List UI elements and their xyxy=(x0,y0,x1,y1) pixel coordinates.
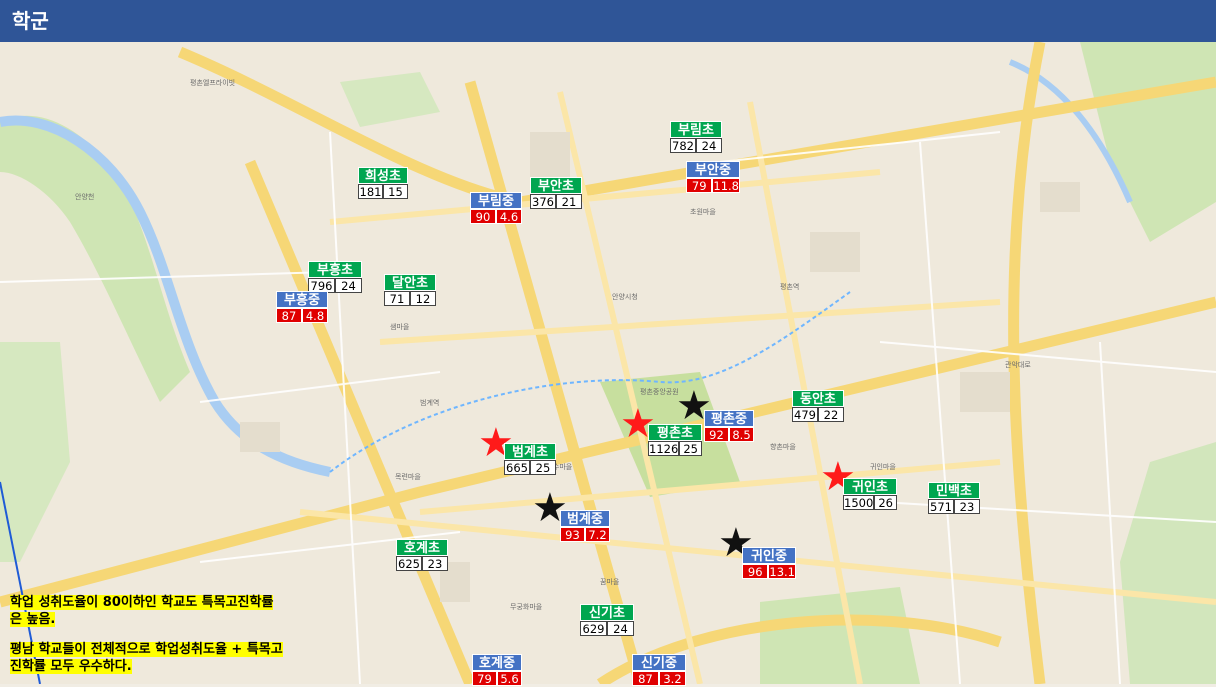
school-label-burim-elementary[interactable]: 부림초 782 24 xyxy=(670,121,722,153)
school-value: 629 xyxy=(580,621,607,636)
school-label-pyeongchon-elementary[interactable]: 평촌초 1126 25 xyxy=(648,424,702,456)
school-value: 625 xyxy=(396,556,422,571)
school-value: 24 xyxy=(607,621,634,636)
school-value: 71 xyxy=(384,291,410,306)
map-label: 초원마을 xyxy=(690,208,716,216)
school-label-hogye-middle[interactable]: 호계중 79 5.6 xyxy=(472,654,522,686)
school-value: 181 xyxy=(358,184,383,199)
school-value: 87 xyxy=(276,308,302,323)
map-label: 샘마을 xyxy=(390,323,410,331)
school-name: 신기초 xyxy=(580,604,634,621)
page-title: 학군 xyxy=(12,9,49,33)
note-summary: 평남 학교들이 전체적으로 학업성취도율 + 특목고 진학률 모두 우수하다. xyxy=(10,641,283,675)
school-value: 376 xyxy=(530,194,556,209)
note-line: 은 높음. xyxy=(10,612,56,627)
school-name: 범계초 xyxy=(504,443,556,460)
map-area[interactable]: 평촌엘프라이빗 안양시청 평촌중앙공원 범계역 평촌역 관악대로 귀인마을 목련… xyxy=(0,42,1216,684)
school-label-beomgye-elementary[interactable]: 범계초 665 25 xyxy=(504,443,556,475)
school-value: 22 xyxy=(818,407,844,422)
school-name: 부흥초 xyxy=(308,261,362,278)
school-label-buheung-elementary[interactable]: 부흥초 796 24 xyxy=(308,261,362,293)
map-label: 귀인마을 xyxy=(870,463,896,471)
school-value: 23 xyxy=(422,556,448,571)
school-value: 1126 xyxy=(648,441,680,456)
school-value: 26 xyxy=(874,495,897,510)
school-label-beomgye-middle[interactable]: 범계중 93 7.2 xyxy=(560,510,610,542)
map-label: 범계역 xyxy=(420,399,440,407)
school-value: 25 xyxy=(679,441,702,456)
school-label-pyeongchon-middle[interactable]: 평촌중 92 8.5 xyxy=(704,410,754,442)
note-line: 학업 성취도율이 80이하인 학교도 특목고진학률 xyxy=(10,595,274,610)
school-label-huiseong-elementary[interactable]: 희성초 181 15 xyxy=(358,167,408,199)
school-value: 4.8 xyxy=(302,308,328,323)
school-name: 민백초 xyxy=(928,482,980,499)
school-value: 96 xyxy=(742,564,769,579)
school-label-minbaek-elementary[interactable]: 민백초 571 23 xyxy=(928,482,980,514)
school-label-dongan-elementary[interactable]: 동안초 479 22 xyxy=(792,390,844,422)
school-value: 7.2 xyxy=(585,527,610,542)
map-label: 꿈마을 xyxy=(600,578,620,586)
school-name: 부흥중 xyxy=(276,291,328,308)
school-label-hogye-elementary[interactable]: 호계초 625 23 xyxy=(396,539,448,571)
note-achievement: 학업 성취도율이 80이하인 학교도 특목고진학률 은 높음. xyxy=(10,594,274,628)
school-name: 부림초 xyxy=(670,121,722,138)
school-value: 1500 xyxy=(843,495,875,510)
school-label-gwiin-middle[interactable]: 귀인중 96 13.1 xyxy=(742,547,796,579)
school-label-buan-elementary[interactable]: 부안초 376 21 xyxy=(530,177,582,209)
school-name: 부림중 xyxy=(470,192,522,209)
note-line: 진학률 모두 우수하다. xyxy=(10,659,132,674)
school-value: 11.8 xyxy=(712,178,740,193)
school-value: 25 xyxy=(530,460,556,475)
school-value: 13.1 xyxy=(768,564,796,579)
note-line: 평남 학교들이 전체적으로 학업성취도율 + 특목고 xyxy=(10,642,283,657)
map-label: 목련마을 xyxy=(395,473,421,481)
school-value: 92 xyxy=(704,427,729,442)
school-label-gwiin-elementary[interactable]: 귀인초 1500 26 xyxy=(843,478,897,510)
school-value: 24 xyxy=(696,138,722,153)
school-label-dalan-elementary[interactable]: 달안초 71 12 xyxy=(384,274,436,306)
school-value: 21 xyxy=(556,194,582,209)
school-value: 782 xyxy=(670,138,696,153)
school-name: 호계초 xyxy=(396,539,448,556)
school-value: 8.5 xyxy=(729,427,754,442)
map-label: 안양시청 xyxy=(612,293,638,301)
school-name: 희성초 xyxy=(358,167,408,184)
school-name: 귀인초 xyxy=(843,478,897,495)
school-label-buan-middle[interactable]: 부안중 79 11.8 xyxy=(686,161,740,193)
school-name: 신기중 xyxy=(632,654,686,671)
school-name: 호계중 xyxy=(472,654,522,671)
map-label: 무궁화마을 xyxy=(510,603,543,611)
school-value: 12 xyxy=(410,291,436,306)
school-name: 부안초 xyxy=(530,177,582,194)
school-value: 24 xyxy=(335,278,362,293)
map-label: 평촌중앙공원 xyxy=(640,388,679,396)
school-name: 범계중 xyxy=(560,510,610,527)
school-label-singi-middle[interactable]: 신기중 87 3.2 xyxy=(632,654,686,686)
school-value: 571 xyxy=(928,499,954,514)
map-label: 관악대로 xyxy=(1005,361,1031,369)
school-value: 479 xyxy=(792,407,818,422)
page-header: 학군 xyxy=(0,0,1216,42)
school-value: 93 xyxy=(560,527,585,542)
map-label: 향촌마을 xyxy=(770,443,796,451)
school-name: 달안초 xyxy=(384,274,436,291)
school-value: 665 xyxy=(504,460,530,475)
school-name: 평촌중 xyxy=(704,410,754,427)
school-label-singi-elementary[interactable]: 신기초 629 24 xyxy=(580,604,634,636)
map-label: 평촌역 xyxy=(780,283,800,291)
school-name: 귀인중 xyxy=(742,547,796,564)
base-map xyxy=(0,42,1216,684)
school-label-buheung-middle[interactable]: 부흥중 87 4.8 xyxy=(276,291,328,323)
map-label: 안양천 xyxy=(75,193,95,201)
school-value: 4.6 xyxy=(496,209,522,224)
school-name: 부안중 xyxy=(686,161,740,178)
school-label-burim-middle[interactable]: 부림중 90 4.6 xyxy=(470,192,522,224)
school-name: 평촌초 xyxy=(648,424,702,441)
school-value: 79 xyxy=(686,178,713,193)
school-value: 15 xyxy=(383,184,408,199)
map-label: 평촌엘프라이빗 xyxy=(190,79,236,87)
school-value: 90 xyxy=(470,209,496,224)
school-name: 동안초 xyxy=(792,390,844,407)
school-value: 23 xyxy=(954,499,980,514)
